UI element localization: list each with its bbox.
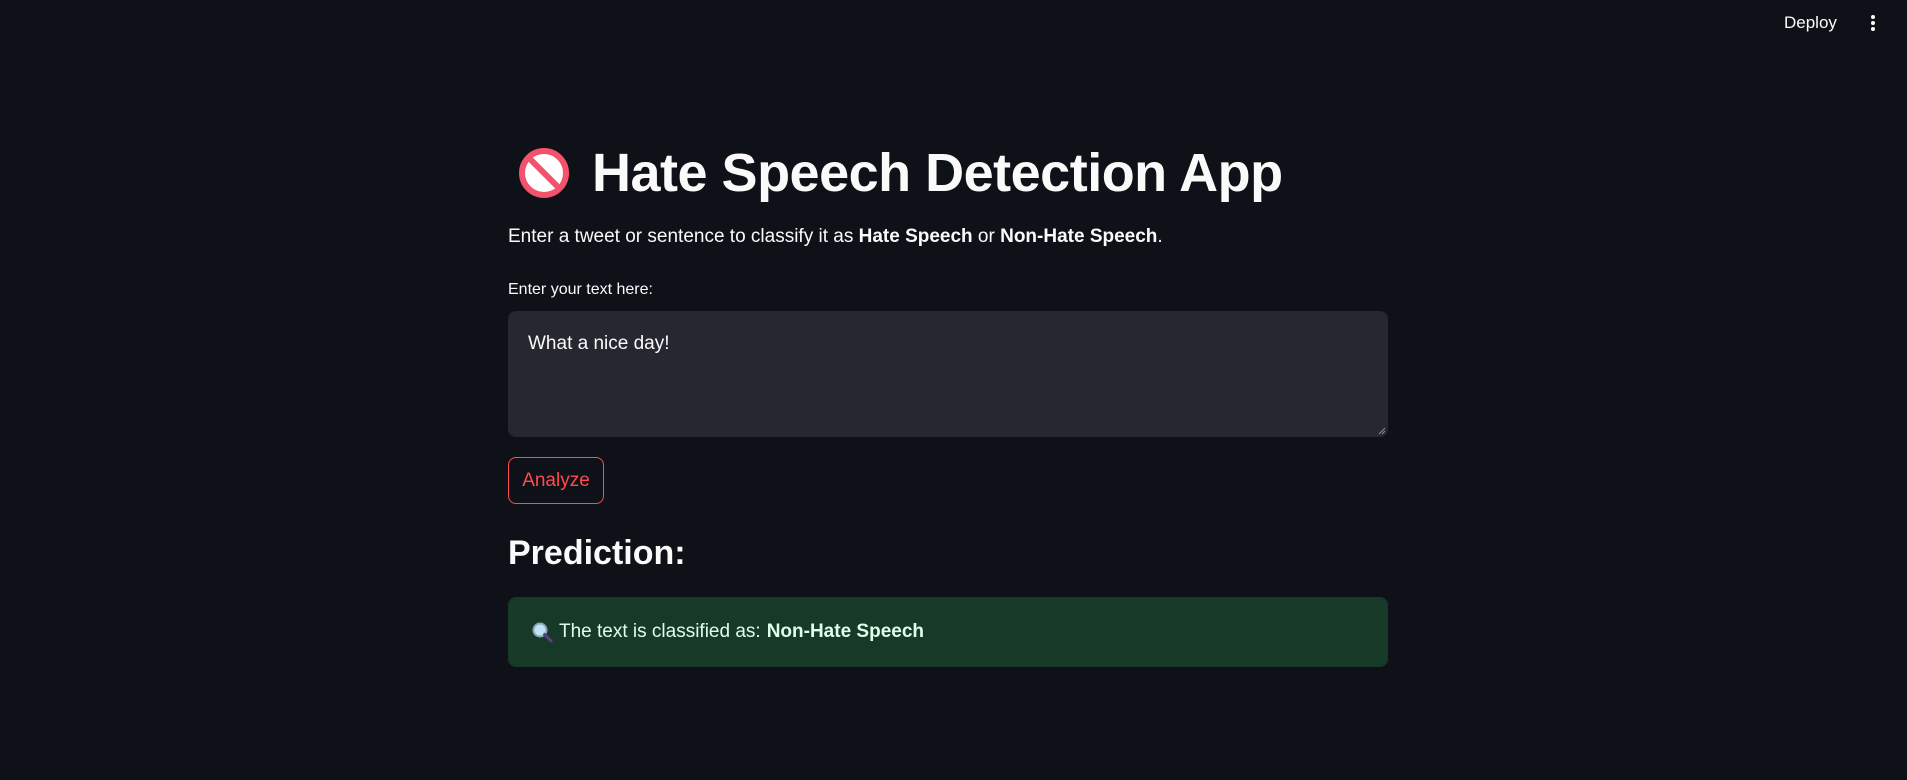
more-vertical-icon[interactable] <box>1866 12 1880 34</box>
description-hate-speech: Hate Speech <box>858 226 973 247</box>
prediction-prefix: The text is classified as: <box>559 621 761 642</box>
analyze-button[interactable]: Analyze <box>508 457 604 504</box>
top-toolbar: Deploy <box>0 0 1907 46</box>
text-input-label: Enter your text here: <box>508 281 653 298</box>
resize-handle-icon[interactable] <box>1378 427 1386 435</box>
text-input-value: What a nice day! <box>528 333 670 354</box>
app-description: Enter a tweet or sentence to classify it… <box>508 226 1163 248</box>
text-input-area[interactable]: What a nice day! <box>508 311 1388 437</box>
description-text-or: or <box>972 226 1001 247</box>
description-text: Enter a tweet or sentence to classify it… <box>508 226 859 247</box>
scrollbar[interactable] <box>1895 0 1907 780</box>
magnifying-glass-icon <box>532 622 553 643</box>
prohibited-icon <box>519 148 569 198</box>
prediction-heading: Prediction: <box>508 534 686 572</box>
deploy-button[interactable]: Deploy <box>1774 10 1847 36</box>
page-header: Hate Speech Detection App <box>508 138 1283 208</box>
prediction-result-alert: The text is classified as: Non-Hate Spee… <box>508 597 1388 667</box>
description-non-hate-speech: Non-Hate Speech <box>1000 226 1158 247</box>
description-period: . <box>1157 226 1163 247</box>
page-title: Hate Speech Detection App <box>592 143 1283 203</box>
prediction-value: Non-Hate Speech <box>766 621 925 642</box>
